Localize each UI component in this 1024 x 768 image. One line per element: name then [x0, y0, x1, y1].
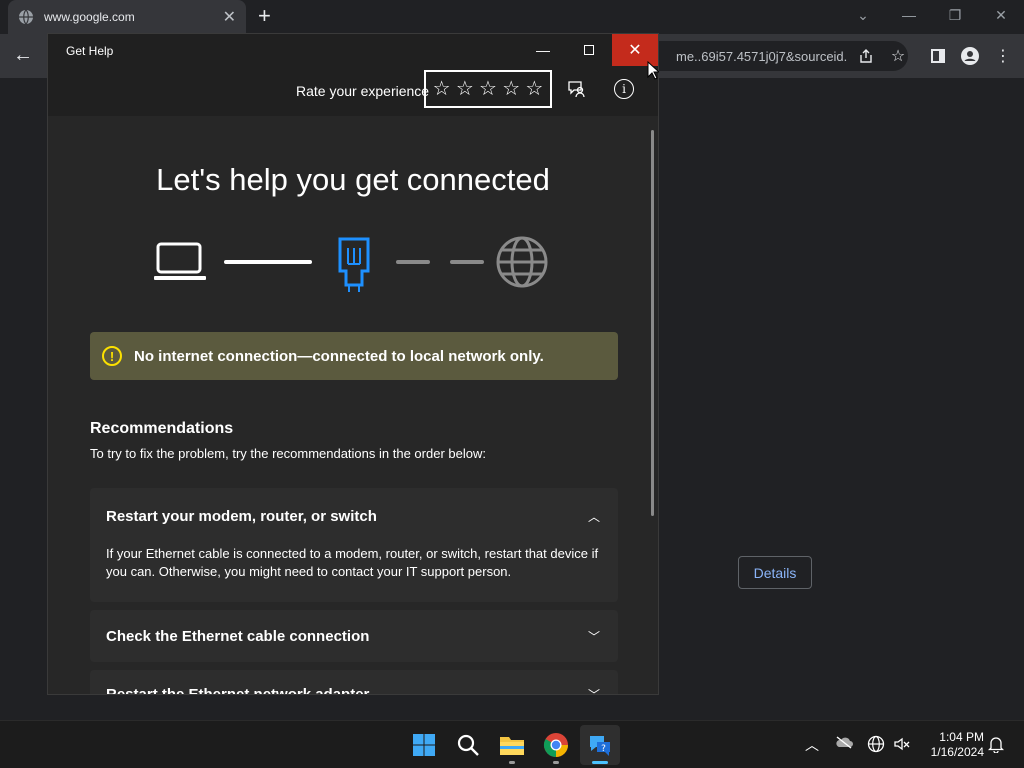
tab-bar: www.google.com ✕ + ⌄ — ❐ ✕ — [0, 0, 1024, 34]
status-banner: ! No internet connection—connected to lo… — [90, 332, 618, 380]
star-icon[interactable]: ☆ — [433, 79, 451, 99]
feedback-icon[interactable] — [566, 78, 588, 100]
tab-close-icon[interactable]: ✕ — [223, 7, 236, 27]
network-globe-icon[interactable] — [866, 735, 886, 756]
recommendations-subtitle: To try to fix the problem, try the recom… — [90, 446, 486, 461]
maximize-icon[interactable] — [566, 34, 612, 66]
side-panel-icon[interactable] — [928, 46, 948, 66]
folder-icon — [500, 737, 524, 755]
star-icon[interactable]: ☆ — [525, 79, 543, 99]
tab-search-icon[interactable]: ⌄ — [840, 0, 886, 30]
chevron-up-icon[interactable]: ︿ — [588, 508, 600, 525]
search-button[interactable] — [448, 725, 488, 765]
profile-icon[interactable] — [960, 46, 980, 66]
bookmark-star-icon[interactable]: ☆ — [888, 46, 908, 66]
file-explorer-button[interactable] — [492, 725, 532, 765]
minimize-icon[interactable]: — — [520, 34, 566, 66]
card-body: If your Ethernet cable is connected to a… — [106, 546, 599, 579]
share-icon[interactable] — [856, 46, 876, 66]
browser-tab[interactable]: www.google.com ✕ — [8, 0, 246, 34]
chrome-button[interactable] — [536, 725, 576, 765]
chevron-down-icon[interactable]: ﹀ — [588, 628, 600, 645]
notification-bell-icon[interactable] — [986, 735, 1006, 756]
back-arrow-icon[interactable]: ← — [10, 42, 36, 68]
recommendation-card[interactable]: Restart your modem, router, or switch ︿ … — [90, 488, 618, 602]
recommendation-card[interactable]: Check the Ethernet cable connection ﹀ — [90, 610, 618, 662]
connected-line — [224, 260, 312, 264]
taskbar: ? ︿ 1:04 PM 1/16/2024 — [0, 720, 1024, 768]
chevron-up-icon[interactable]: ︿ — [802, 735, 822, 755]
chrome-icon — [543, 733, 568, 757]
star-icon[interactable]: ☆ — [479, 79, 497, 99]
star-rating[interactable]: ☆ ☆ ☆ ☆ ☆ — [424, 70, 552, 108]
info-icon[interactable]: i — [614, 79, 634, 99]
globe-internet-icon — [496, 236, 548, 288]
clock-date: 1/16/2024 — [930, 745, 984, 759]
get-help-taskbar-button[interactable]: ? — [580, 725, 620, 765]
search-icon — [457, 734, 479, 756]
disconnected-line — [450, 260, 484, 264]
card-title: Restart your modem, router, or switch — [106, 508, 377, 525]
rating-bar: Rate your experience ☆ ☆ ☆ ☆ ☆ i — [48, 66, 658, 116]
connection-diagram — [154, 236, 548, 292]
details-button[interactable]: Details — [738, 556, 812, 589]
help-content: Let's help you get connected ! No intern… — [48, 116, 658, 695]
mouse-cursor-icon — [647, 61, 659, 80]
disconnected-line — [396, 260, 430, 264]
get-help-icon: ? — [590, 736, 610, 756]
ethernet-icon — [338, 237, 370, 292]
browser-minimize-icon[interactable]: — — [886, 0, 932, 30]
globe-icon — [19, 9, 33, 25]
recommendations-heading: Recommendations — [90, 420, 234, 437]
browser-restore-icon[interactable]: ❐ — [932, 0, 978, 30]
browser-close-icon[interactable]: ✕ — [978, 0, 1024, 30]
chevron-down-icon[interactable]: ﹀ — [588, 686, 600, 694]
dialog-title-bar: Get Help — ✕ — [48, 34, 658, 66]
start-button[interactable] — [404, 725, 444, 765]
volume-muted-icon[interactable] — [892, 735, 912, 756]
svg-text:?: ? — [601, 744, 606, 754]
clock-time: 1:04 PM — [939, 730, 984, 744]
status-text: No internet connection—connected to loca… — [134, 347, 544, 365]
laptop-icon — [154, 242, 206, 280]
recommendation-card[interactable]: Restart the Ethernet network adapter ﹀ — [90, 670, 618, 695]
get-help-window: Get Help — ✕ Rate your experience ☆ ☆ ☆ … — [47, 33, 659, 695]
new-tab-button[interactable]: + — [258, 4, 271, 28]
dialog-title: Get Help — [66, 44, 114, 58]
warning-icon: ! — [102, 346, 122, 366]
card-title: Check the Ethernet cable connection — [106, 628, 370, 645]
address-url: me..69i57.4571j0j7&sourceid... — [676, 48, 848, 64]
page-title: Let's help you get connected — [156, 162, 550, 197]
star-icon[interactable]: ☆ — [502, 79, 520, 99]
onedrive-cloud-icon[interactable] — [834, 735, 854, 752]
card-title: Restart the Ethernet network adapter — [106, 686, 370, 695]
browser-menu-icon[interactable]: ⋮ — [993, 46, 1013, 66]
rate-label: Rate your experience — [296, 83, 430, 99]
tab-title: www.google.com — [44, 10, 135, 24]
windows-logo-icon — [413, 734, 435, 756]
clock[interactable]: 1:04 PM 1/16/2024 — [918, 730, 984, 760]
star-icon[interactable]: ☆ — [456, 79, 474, 99]
